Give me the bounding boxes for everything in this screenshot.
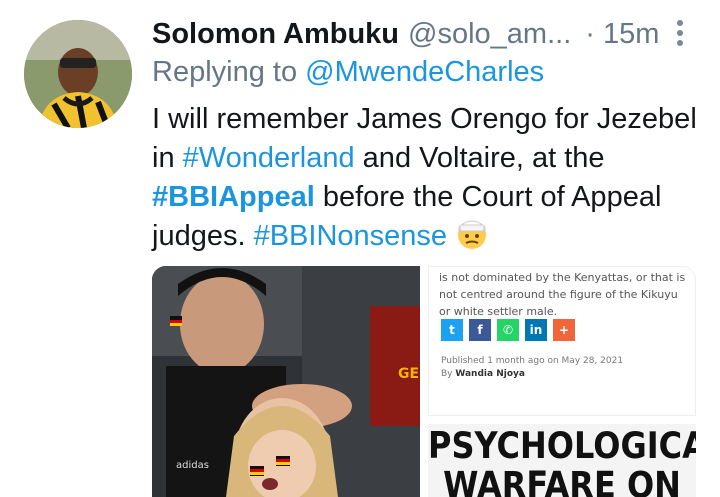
more-share-button[interactable]: +	[553, 319, 575, 341]
replying-prefix: Replying to	[152, 56, 306, 88]
byline: By Wandia Njoya	[441, 369, 525, 379]
photo-crying-girl[interactable]: GE adidas	[152, 266, 420, 497]
head-bandage-emoji-icon	[455, 217, 489, 251]
more-options-icon[interactable]	[668, 18, 692, 48]
whatsapp-share-button[interactable]: ✆	[497, 319, 519, 341]
article-headline: PSYCHOLOGICAL WARFARE ON	[428, 426, 696, 497]
linkedin-share-button[interactable]: in	[525, 319, 547, 341]
article-snippet: is not dominated by the Kenyattas, or th…	[439, 271, 686, 318]
text-part-2: and Voltaire, at the	[354, 142, 605, 174]
twitter-share-button[interactable]: t	[441, 319, 463, 341]
article-meta: Published 1 month ago on May 28, 2021 By…	[441, 355, 623, 381]
photo-sign-text: GE	[398, 366, 419, 382]
author-name[interactable]: Solomon Ambuku	[152, 18, 399, 51]
separator-dot: ·	[585, 17, 595, 50]
media-grid[interactable]: GE adidas is not dominated by the Kenyat…	[152, 266, 698, 497]
facebook-share-button[interactable]: f	[469, 319, 491, 341]
hashtag-wonderland[interactable]: #Wonderland	[183, 142, 355, 174]
replying-to: Replying to @MwendeCharles	[152, 56, 544, 89]
tweet-text: I will remember James Orengo for Jezebel…	[152, 100, 712, 256]
hashtag-bbinonsense[interactable]: #BBINonsense	[254, 220, 447, 252]
svg-text:adidas: adidas	[176, 460, 209, 471]
author-handle[interactable]: @solo_am...	[408, 18, 571, 51]
hashtag-bbiappeal[interactable]: #BBIAppeal	[152, 181, 315, 213]
headline-image[interactable]: PSYCHOLOGICAL WARFARE ON	[428, 424, 696, 497]
timestamp[interactable]: 15m	[603, 18, 659, 51]
headline-line-2: WARFARE ON	[443, 462, 681, 497]
tweet-header: Solomon Ambuku @solo_am... · 15m	[152, 14, 672, 54]
byline-author[interactable]: Wandia Njoya	[455, 369, 525, 379]
tweet[interactable]: Solomon Ambuku @solo_am... · 15m Replyin…	[0, 0, 720, 497]
headline-line-1: PSYCHOLOGICAL	[428, 424, 696, 468]
published-line: Published 1 month ago on May 28, 2021	[441, 356, 624, 366]
share-buttons: t f ✆ in +	[441, 319, 575, 341]
avatar[interactable]	[24, 20, 132, 128]
reply-mention-link[interactable]: @MwendeCharles	[305, 56, 544, 88]
article-card[interactable]: is not dominated by the Kenyattas, or th…	[428, 266, 696, 416]
